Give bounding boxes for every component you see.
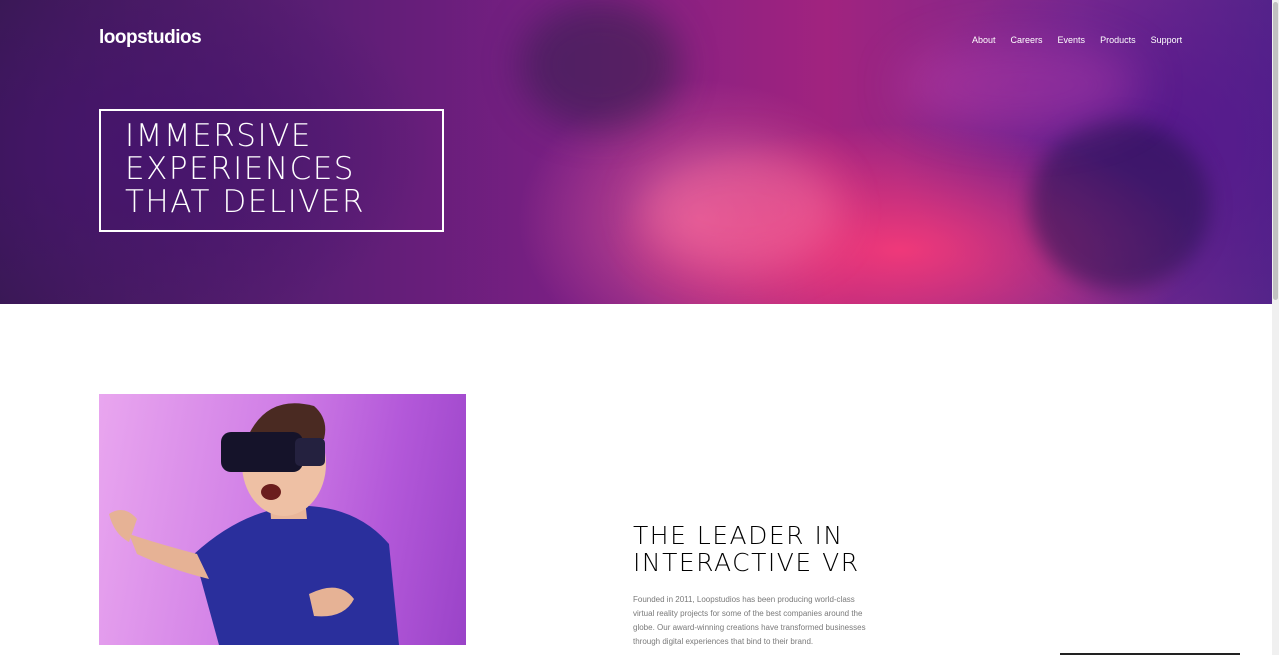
hero-section: loopstudios About Careers Events Product… bbox=[0, 0, 1272, 304]
section-title-line: THE LEADER IN bbox=[633, 521, 844, 550]
hero-headline-line: EXPERIENCES bbox=[125, 151, 355, 187]
hero-photo-highlight bbox=[640, 150, 840, 270]
hero-headline-line: THAT DELIVER bbox=[125, 184, 366, 220]
site-logo[interactable]: loopstudios bbox=[99, 27, 202, 49]
nav-link-products[interactable]: Products bbox=[1100, 35, 1136, 45]
hero-headline-line: IMMERSIVE bbox=[125, 118, 312, 154]
section-description: Founded in 2011, Loopstudios has been pr… bbox=[633, 595, 866, 646]
scrollbar-thumb[interactable] bbox=[1273, 2, 1278, 300]
nav-link-about[interactable]: About bbox=[972, 35, 996, 45]
vr-person-illustration bbox=[109, 403, 399, 645]
nav-link-careers[interactable]: Careers bbox=[1011, 35, 1043, 45]
section-title-line: INTERACTIVE VR bbox=[633, 548, 860, 577]
nav-link-events[interactable]: Events bbox=[1058, 35, 1086, 45]
main-nav: About Careers Events Products Support bbox=[972, 35, 1197, 45]
hero-headline-box: IMMERSIVE EXPERIENCES THAT DELIVER bbox=[99, 109, 444, 232]
section-title: THE LEADER IN INTERACTIVE VR bbox=[633, 522, 860, 576]
hero-photo-shadow bbox=[520, 0, 680, 130]
hero-photo-highlight bbox=[900, 40, 1140, 130]
nav-link-support[interactable]: Support bbox=[1151, 35, 1183, 45]
hero-photo-shadow bbox=[1030, 120, 1210, 290]
page-scrollbar[interactable] bbox=[1272, 0, 1279, 655]
vr-person-image bbox=[99, 394, 466, 645]
